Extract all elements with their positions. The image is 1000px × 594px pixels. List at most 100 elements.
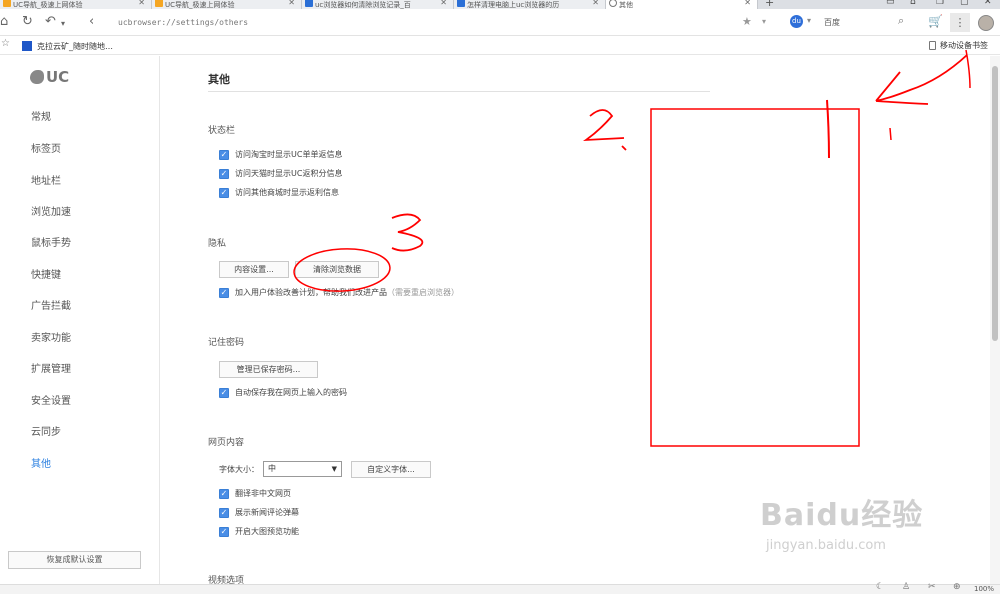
reset-defaults-button[interactable]: 恢复成默认设置 xyxy=(8,551,141,569)
minimize-icon[interactable]: ▭ xyxy=(886,0,895,7)
sidebar-item-cloud-sync[interactable]: 云同步 xyxy=(31,423,61,438)
sidebar-item-shortcuts[interactable]: 快捷键 xyxy=(31,266,61,281)
scrollbar-thumb[interactable] xyxy=(992,66,998,341)
clear-browsing-data-button[interactable]: 清除浏览数据 xyxy=(295,261,379,278)
chevron-down-icon[interactable]: ▾ xyxy=(61,15,65,33)
settings-sidebar: UC 常规 标签页 地址栏 浏览加速 鼠标手势 快捷键 广告拦截 卖家功能 扩展… xyxy=(0,56,160,584)
menu-button[interactable]: ⋮ xyxy=(950,13,970,32)
tab-close-icon[interactable]: ✕ xyxy=(744,0,751,7)
tab-strip: UC导航_极速上网体验 ✕ UC导航_极速上网体验 ✕ uc浏览器如何清除浏览记… xyxy=(0,0,1000,9)
option-news-danmaku[interactable]: ✓ 展示新闻评论弹幕 xyxy=(219,507,299,518)
sidebar-item-extensions[interactable]: 扩展管理 xyxy=(31,360,71,375)
bookmarks-bar: ☆ 克拉云矿_随时随地… 移动设备书签 xyxy=(0,37,1000,55)
tab-close-icon[interactable]: ✕ xyxy=(440,0,447,7)
checkbox[interactable]: ✓ xyxy=(219,526,229,537)
sidebar-item-ad-block[interactable]: 广告拦截 xyxy=(31,297,71,312)
manage-passwords-button[interactable]: 管理已保存密码... xyxy=(219,361,318,378)
logo-text: UC xyxy=(46,68,70,86)
sidebar-item-general[interactable]: 常规 xyxy=(31,108,51,123)
new-tab-icon[interactable]: + xyxy=(765,0,774,9)
option-label: 访问天猫时显示UC返积分信息 xyxy=(235,169,343,178)
content-settings-button[interactable]: 内容设置... xyxy=(219,261,289,278)
option-image-preview[interactable]: ✓ 开启大图预览功能 xyxy=(219,526,299,537)
checkbox[interactable]: ✓ xyxy=(219,387,229,398)
custom-fonts-button[interactable]: 自定义字体... xyxy=(351,461,431,478)
option-tmall[interactable]: ✓ 访问天猫时显示UC返积分信息 xyxy=(219,168,342,179)
tab-title: uc浏览器如何清除浏览记录_百 xyxy=(315,0,411,9)
search-icon[interactable]: ⌕ xyxy=(898,14,904,28)
option-other-malls[interactable]: ✓ 访问其他商城时显示返利信息 xyxy=(219,187,339,198)
tab-uc-nav-2[interactable]: UC导航_极速上网体验 ✕ xyxy=(152,0,302,9)
option-translate[interactable]: ✓ 翻译非中文网页 xyxy=(219,488,291,499)
sidebar-item-mouse-gestures[interactable]: 鼠标手势 xyxy=(31,234,71,249)
zoom-icon[interactable]: ⊕ xyxy=(953,582,961,592)
option-taobao[interactable]: ✓ 访问淘宝时显示UC单单返信息 xyxy=(219,149,342,160)
sidebar-item-others[interactable]: 其他 xyxy=(31,455,51,470)
url-field[interactable]: ucbrowser://settings/others xyxy=(118,18,248,27)
sidebar-item-tabs[interactable]: 标签页 xyxy=(31,140,61,155)
star-icon[interactable]: ☆ xyxy=(1,38,10,49)
font-size-select[interactable]: 中 ▼ xyxy=(263,461,342,477)
checkbox[interactable]: ✓ xyxy=(219,168,229,179)
sidebar-item-address-bar[interactable]: 地址栏 xyxy=(31,172,61,187)
cleanup-icon[interactable]: ♙ xyxy=(902,582,910,592)
tab-title: 怎样清理电脑上uc浏览器的历 xyxy=(467,0,560,9)
tab-clear-history-1[interactable]: uc浏览器如何清除浏览记录_百 ✕ xyxy=(302,0,454,9)
tab-settings-others[interactable]: 其他 ✕ xyxy=(606,0,758,9)
back-icon[interactable]: ‹ xyxy=(89,13,94,31)
section-heading-web-content: 网页内容 xyxy=(208,438,245,448)
avatar[interactable] xyxy=(978,15,994,31)
checkbox[interactable]: ✓ xyxy=(219,507,229,518)
checkbox[interactable]: ✓ xyxy=(219,149,229,160)
restore-icon[interactable]: ▢ xyxy=(960,0,969,7)
option-label: 自动保存我在网页上输入的密码 xyxy=(235,388,347,397)
bookmark-item[interactable]: 克拉云矿_随时随地… xyxy=(37,41,113,52)
vertical-scrollbar[interactable] xyxy=(990,56,1000,584)
tab-uc-nav-1[interactable]: UC导航_极速上网体验 ✕ xyxy=(0,0,152,9)
undo-close-icon[interactable]: ↶ xyxy=(45,13,56,31)
screenshot-icon[interactable]: ✂ xyxy=(928,582,936,592)
sidebar-item-seller[interactable]: 卖家功能 xyxy=(31,329,71,344)
tab-title: UC导航_极速上网体验 xyxy=(165,0,235,9)
sidebar-item-acceleration[interactable]: 浏览加速 xyxy=(31,203,71,218)
pin-icon[interactable]: ⌂ xyxy=(910,0,916,7)
section-heading-passwords: 记住密码 xyxy=(208,338,245,348)
checkbox[interactable]: ✓ xyxy=(219,488,229,499)
bookmark-star-icon[interactable]: ★ xyxy=(742,15,752,28)
uc-logo: UC xyxy=(30,68,69,86)
baidu-engine-icon[interactable]: du xyxy=(790,15,803,28)
option-label: 加入用户体验改善计划，帮助我们改进产品 xyxy=(235,288,387,297)
tab-close-icon[interactable]: ✕ xyxy=(138,0,145,7)
option-autosave-passwords[interactable]: ✓ 自动保存我在网页上输入的密码 xyxy=(219,387,347,398)
restart-hint: （需要重启浏览器） xyxy=(387,288,459,297)
uc-favicon-icon xyxy=(3,0,11,7)
checkbox[interactable]: ✓ xyxy=(219,187,229,198)
search-box[interactable]: du ▾ 百度 ⌕ xyxy=(787,13,917,31)
address-bar: ⌂ ↻ ↶ ▾ ‹ ucbrowser://settings/others ★ … xyxy=(0,9,1000,36)
option-label: 开启大图预览功能 xyxy=(235,527,299,536)
mobile-bookmarks[interactable]: 移动设备书签 xyxy=(929,40,988,51)
checkbox[interactable]: ✓ xyxy=(219,287,229,298)
refresh-icon[interactable]: ↻ xyxy=(22,13,33,31)
cart-icon[interactable]: 🛒 xyxy=(928,14,943,28)
sidebar-item-security[interactable]: 安全设置 xyxy=(31,392,71,407)
tab-close-icon[interactable]: ✕ xyxy=(288,0,295,7)
window-control-icon[interactable]: ❐ xyxy=(936,0,944,7)
tab-clear-history-2[interactable]: 怎样清理电脑上uc浏览器的历 ✕ xyxy=(454,0,606,9)
home-icon[interactable]: ⌂ xyxy=(0,13,8,31)
tab-title: 其他 xyxy=(619,0,633,9)
browser-status-bar: ☾ ♙ ✂ ⊕ 100% xyxy=(0,582,1000,594)
uc-squirrel-icon xyxy=(30,70,44,84)
page-title: 其他 xyxy=(208,73,230,86)
zoom-level[interactable]: 100% xyxy=(974,585,994,593)
chevron-down-icon[interactable]: ▾ xyxy=(807,16,811,25)
night-mode-icon[interactable]: ☾ xyxy=(876,582,884,592)
section-heading-status-bar: 状态栏 xyxy=(208,126,236,136)
tab-close-icon[interactable]: ✕ xyxy=(592,0,599,7)
tab-title: UC导航_极速上网体验 xyxy=(13,0,83,9)
bookmark-favicon-icon xyxy=(22,41,32,51)
search-engine-name[interactable]: 百度 xyxy=(824,17,840,28)
close-window-icon[interactable]: ✕ xyxy=(984,0,992,7)
chevron-down-icon[interactable]: ▾ xyxy=(762,17,766,26)
option-ux-program[interactable]: ✓ 加入用户体验改善计划，帮助我们改进产品 （需要重启浏览器） xyxy=(219,287,459,298)
